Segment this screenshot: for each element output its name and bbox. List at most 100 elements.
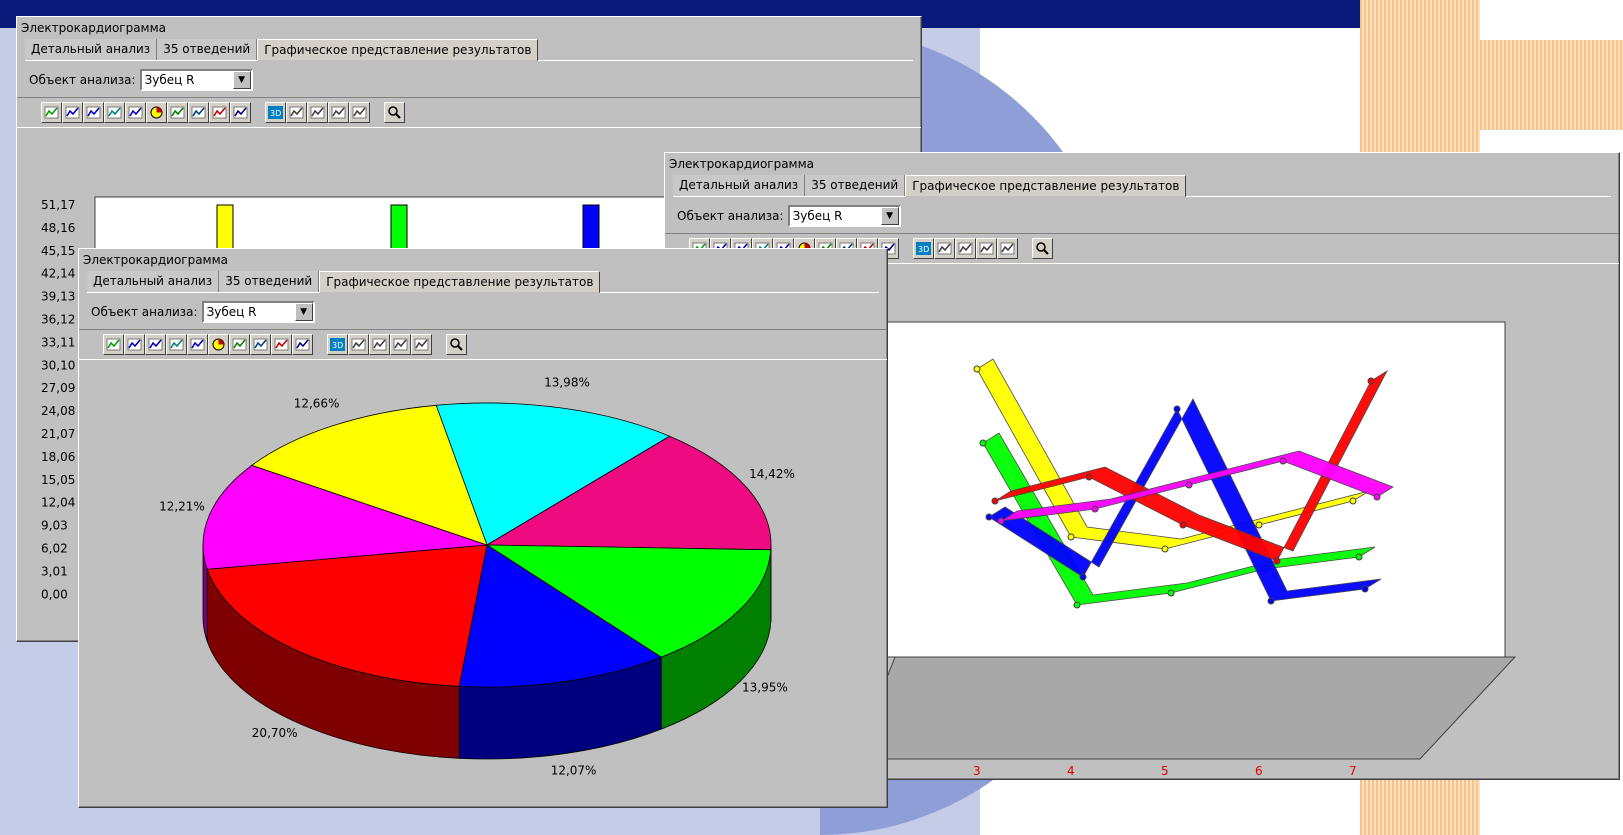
svg-text:3D: 3D bbox=[332, 341, 343, 350]
data-point bbox=[1273, 557, 1281, 565]
zoom-icon[interactable] bbox=[384, 102, 405, 123]
axis-icon[interactable] bbox=[286, 102, 307, 123]
toolbar-group bbox=[41, 102, 251, 123]
tab-strip: Детальный анализ 35 отведений Графическо… bbox=[87, 271, 879, 293]
zoom-icon[interactable] bbox=[446, 334, 467, 355]
x-tick-label: 4 bbox=[1067, 764, 1075, 777]
chart-toolbar: 3D bbox=[17, 97, 921, 128]
chevron-down-icon[interactable]: ▼ bbox=[880, 207, 899, 225]
window-title: Электрокардиограмма bbox=[83, 253, 229, 267]
svg-text:3D: 3D bbox=[270, 109, 281, 118]
data-point bbox=[1361, 585, 1369, 593]
pie-chart: 13,98% 14,42% 13,95% 12,07% 20,70% 12,21% 12,6… bbox=[159, 375, 795, 777]
xy-line-icon[interactable] bbox=[167, 102, 188, 123]
pie-label: 13,98% bbox=[544, 375, 590, 389]
data-point bbox=[1367, 377, 1375, 385]
curve-icon[interactable] bbox=[307, 102, 328, 123]
points-icon[interactable] bbox=[271, 334, 292, 355]
area-3d-icon[interactable] bbox=[250, 334, 271, 355]
window-pie-chart[interactable]: Электрокардиограмма Детальный анализ 35 … bbox=[78, 248, 888, 808]
object-select[interactable]: Зубец R ▼ bbox=[201, 301, 315, 323]
grid-vertical-icon[interactable] bbox=[976, 238, 997, 259]
data-point bbox=[973, 365, 981, 373]
points-icon[interactable] bbox=[209, 102, 230, 123]
grid-vertical-icon[interactable] bbox=[390, 334, 411, 355]
pie-chart-icon[interactable] bbox=[146, 102, 167, 123]
y-tick-label: 36,12 bbox=[41, 313, 75, 327]
data-point bbox=[985, 513, 993, 521]
tab-graphical[interactable]: Графическое представление результатов bbox=[257, 39, 539, 61]
y-tick-label: 27,09 bbox=[41, 381, 75, 395]
scatter-icon[interactable] bbox=[125, 102, 146, 123]
candlestick-icon[interactable] bbox=[230, 102, 251, 123]
data-point bbox=[1373, 493, 1381, 501]
bar-chart-icon[interactable] bbox=[145, 334, 166, 355]
area-3d-icon[interactable] bbox=[188, 102, 209, 123]
tab-detailed-analysis[interactable]: Детальный анализ bbox=[25, 39, 158, 60]
object-row: Объект анализа: Зубец R ▼ bbox=[17, 61, 921, 97]
y-tick-label: 48,16 bbox=[41, 221, 75, 235]
toolbar-group: 3D bbox=[265, 102, 370, 123]
data-point bbox=[979, 439, 987, 447]
curve-icon[interactable] bbox=[955, 238, 976, 259]
object-select[interactable]: Зубец R ▼ bbox=[787, 205, 901, 227]
chevron-down-icon[interactable]: ▼ bbox=[232, 71, 251, 89]
tab-35-leads[interactable]: 35 отведений bbox=[219, 271, 320, 292]
tab-35-leads[interactable]: 35 отведений bbox=[805, 175, 906, 196]
axis-icon[interactable] bbox=[934, 238, 955, 259]
scatter-icon[interactable] bbox=[187, 334, 208, 355]
zoom-icon[interactable] bbox=[1032, 238, 1053, 259]
toolbar-group bbox=[384, 102, 405, 123]
y-tick-label: 9,03 bbox=[41, 519, 68, 533]
grid-horizontal-icon[interactable] bbox=[997, 238, 1018, 259]
curve-icon[interactable] bbox=[369, 334, 390, 355]
pie-chart-icon[interactable] bbox=[208, 334, 229, 355]
horizontal-bar-icon[interactable] bbox=[62, 102, 83, 123]
y-tick-label: 21,07 bbox=[41, 427, 75, 441]
tab-35-leads[interactable]: 35 отведений bbox=[157, 39, 258, 60]
tab-detailed-analysis[interactable]: Детальный анализ bbox=[87, 271, 220, 292]
data-point bbox=[1161, 545, 1169, 553]
area-chart-icon[interactable] bbox=[41, 102, 62, 123]
3d-toggle-icon[interactable]: 3D bbox=[913, 238, 934, 259]
y-tick-label: 3,01 bbox=[41, 564, 68, 578]
grid-horizontal-icon[interactable] bbox=[349, 102, 370, 123]
pie-label: 14,42% bbox=[749, 467, 795, 481]
window-title: Электрокардиограмма bbox=[669, 157, 815, 171]
data-point bbox=[1185, 481, 1193, 489]
data-point bbox=[1067, 533, 1075, 541]
data-point bbox=[991, 497, 999, 505]
object-select-value: Зубец R bbox=[206, 305, 257, 319]
data-point bbox=[1091, 505, 1099, 513]
grid-vertical-icon[interactable] bbox=[328, 102, 349, 123]
object-select[interactable]: Зубец R ▼ bbox=[139, 69, 253, 91]
data-point bbox=[1279, 457, 1287, 465]
tab-graphical[interactable]: Графическое представление результатов bbox=[905, 175, 1187, 197]
line-chart-icon[interactable] bbox=[104, 102, 125, 123]
line-chart-icon[interactable] bbox=[166, 334, 187, 355]
data-point bbox=[1267, 597, 1275, 605]
object-row: Объект анализа: Зубец R ▼ bbox=[79, 293, 887, 329]
area-chart-icon[interactable] bbox=[103, 334, 124, 355]
object-label: Объект анализа: bbox=[677, 209, 784, 223]
data-point bbox=[1085, 473, 1093, 481]
grid-horizontal-icon[interactable] bbox=[411, 334, 432, 355]
horizontal-bar-icon[interactable] bbox=[124, 334, 145, 355]
tab-graphical[interactable]: Графическое представление результатов bbox=[319, 271, 601, 293]
data-point bbox=[1173, 405, 1181, 413]
object-label: Объект анализа: bbox=[29, 73, 136, 87]
background-orange-block bbox=[1480, 40, 1623, 130]
3d-toggle-icon[interactable]: 3D bbox=[265, 102, 286, 123]
x-tick-label: 3 bbox=[973, 764, 981, 777]
3d-toggle-icon[interactable]: 3D bbox=[327, 334, 348, 355]
pie-label: 12,66% bbox=[294, 397, 340, 411]
y-tick-label: 51,17 bbox=[41, 198, 75, 212]
chevron-down-icon[interactable]: ▼ bbox=[294, 303, 313, 321]
data-point bbox=[1179, 521, 1187, 529]
candlestick-icon[interactable] bbox=[292, 334, 313, 355]
object-row: Объект анализа: Зубец R ▼ bbox=[665, 197, 1619, 233]
axis-icon[interactable] bbox=[348, 334, 369, 355]
bar-chart-icon[interactable] bbox=[83, 102, 104, 123]
xy-line-icon[interactable] bbox=[229, 334, 250, 355]
tab-detailed-analysis[interactable]: Детальный анализ bbox=[673, 175, 806, 196]
